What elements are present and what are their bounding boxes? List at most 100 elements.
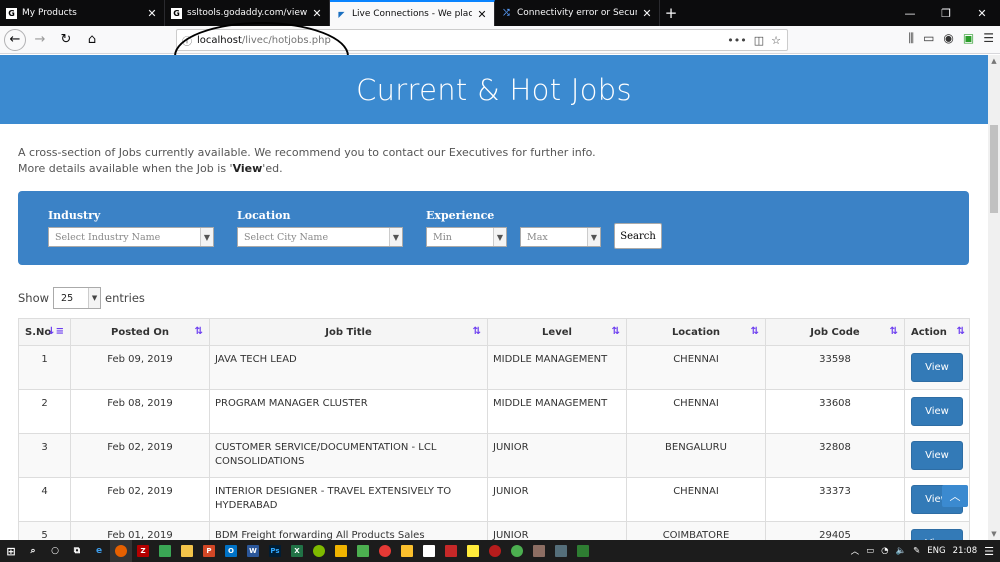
app-icon[interactable] [154, 540, 176, 562]
powerpoint-icon[interactable]: P [198, 540, 220, 562]
app-icon[interactable] [462, 540, 484, 562]
app-icon[interactable] [374, 540, 396, 562]
chevron-down-icon: ▼ [587, 228, 600, 246]
app-icon[interactable] [308, 540, 330, 562]
close-tab-icon[interactable]: ✕ [641, 7, 653, 20]
photoshop-icon[interactable]: Ps [264, 540, 286, 562]
column-header-job-title[interactable]: Job Title ⇅ [209, 318, 488, 346]
browser-tab-active[interactable]: ◤ Live Connections - We place Pe ✕ [330, 0, 495, 26]
experience-max-select[interactable]: Max ▼ [520, 227, 601, 247]
forward-arrow-icon[interactable]: → [28, 28, 52, 52]
chrome-icon[interactable] [506, 540, 528, 562]
pocket-icon[interactable]: ◫ [754, 34, 764, 47]
action-center-icon[interactable]: ☰ [984, 545, 994, 558]
browser-tab[interactable]: G ssltools.godaddy.com/views ✕ [165, 0, 330, 26]
excel-icon[interactable]: X [286, 540, 308, 562]
column-header-posted-on[interactable]: Posted On ⇅ [70, 318, 210, 346]
window-controls: — ❐ ✕ [892, 0, 1000, 26]
browser-tab[interactable]: G My Products ✕ [0, 0, 165, 26]
cell-posted-on: Feb 08, 2019 [70, 389, 210, 434]
scroll-to-top-button[interactable]: ︿ [942, 485, 968, 507]
cell-action: View [904, 521, 970, 540]
location-select[interactable]: Select City Name ▼ [237, 227, 403, 247]
entries-per-page-select[interactable]: 25 ▼ [53, 287, 102, 309]
windows-start-icon[interactable]: ⊞ [0, 540, 22, 562]
app-icon[interactable] [418, 540, 440, 562]
maximize-button[interactable]: ❐ [928, 0, 964, 26]
clock[interactable]: 21:08 [953, 546, 978, 556]
view-job-button[interactable]: View [911, 441, 963, 470]
cell-location: COIMBATORE [626, 521, 766, 540]
scroll-up-arrow-icon[interactable]: ▲ [988, 55, 1000, 67]
file-explorer-icon[interactable] [176, 540, 198, 562]
library-icon[interactable]: ⫼ [909, 31, 915, 46]
language-indicator[interactable]: ENG [927, 546, 945, 556]
tray-edit-icon[interactable]: ✎ [913, 546, 920, 556]
column-header-sno[interactable]: S.No ↓≡ [18, 318, 71, 346]
cell-posted-on: Feb 01, 2019 [70, 521, 210, 540]
system-tray: ︿ ▭ ◔ 🔈 ✎ ENG 21:08 ☰ [851, 540, 1000, 562]
close-tab-icon[interactable]: ✕ [146, 7, 158, 20]
view-job-button[interactable]: View [911, 529, 963, 540]
tray-chevron-up-icon[interactable]: ︿ [851, 545, 860, 557]
industry-select[interactable]: Select Industry Name ▼ [48, 227, 214, 247]
network-icon[interactable]: ◔ [881, 546, 888, 556]
url-path: /livec/hotjobs.php [241, 34, 331, 46]
cell-location: BENGALURU [626, 433, 766, 478]
column-header-job-code[interactable]: Job Code ⇅ [765, 318, 905, 346]
scrollbar-thumb[interactable] [990, 125, 998, 213]
cell-sno: 3 [18, 433, 71, 478]
extension-icon[interactable]: ▣ [963, 31, 974, 46]
outlook-icon[interactable]: O [220, 540, 242, 562]
sort-icon: ⇅ [611, 326, 620, 337]
app-icon[interactable] [330, 540, 352, 562]
home-icon[interactable]: ⌂ [80, 28, 104, 52]
app-icon[interactable] [528, 540, 550, 562]
tab-title: ssltools.godaddy.com/views [187, 8, 307, 18]
back-arrow-icon[interactable]: ← [4, 28, 26, 51]
new-tab-button[interactable]: + [660, 0, 682, 26]
sidebar-icon[interactable]: ▭ [923, 31, 934, 46]
cortana-icon[interactable]: ○ [44, 540, 66, 562]
close-window-button[interactable]: ✕ [964, 0, 1000, 26]
app-icon[interactable] [572, 540, 594, 562]
view-job-button[interactable]: View [911, 353, 963, 382]
account-icon[interactable]: ◉ [943, 31, 953, 46]
search-icon[interactable]: ⌕ [22, 540, 44, 562]
browser-tab[interactable]: ⤮ Connectivity error or Security C ✕ [495, 0, 660, 26]
close-tab-icon[interactable]: ✕ [476, 8, 488, 21]
page-title: Current & Hot Jobs [0, 55, 988, 124]
bookmark-star-icon[interactable]: ☆ [771, 34, 781, 47]
volume-icon[interactable]: 🔈 [896, 546, 907, 556]
close-tab-icon[interactable]: ✕ [311, 7, 323, 20]
edge-icon[interactable]: e [88, 540, 110, 562]
info-icon[interactable]: ⓘ [177, 33, 197, 48]
chevron-down-icon: ▼ [200, 228, 213, 246]
column-header-level[interactable]: Level ⇅ [487, 318, 627, 346]
app-icon[interactable] [352, 540, 374, 562]
page-actions-icon[interactable]: ••• [727, 34, 746, 47]
app-icon[interactable] [550, 540, 572, 562]
search-button[interactable]: Search [614, 223, 662, 249]
app-icon[interactable] [396, 540, 418, 562]
app-icon[interactable] [484, 540, 506, 562]
column-header-location[interactable]: Location ⇅ [626, 318, 766, 346]
page-scrollbar[interactable]: ▲ ▼ [988, 55, 1000, 540]
word-icon[interactable]: W [242, 540, 264, 562]
sort-icon: ⇅ [956, 326, 965, 337]
pdf-icon[interactable] [440, 540, 462, 562]
column-header-action[interactable]: Action ⇅ [904, 318, 970, 346]
jobs-table-container: S.No ↓≡ Posted On ⇅ Job Title ⇅ Level ⇅ Loca… [18, 318, 970, 540]
firefox-icon[interactable] [110, 540, 132, 562]
minimize-button[interactable]: — [892, 0, 928, 26]
task-view-icon[interactable]: ⧉ [66, 540, 88, 562]
experience-min-select[interactable]: Min ▼ [426, 227, 507, 247]
view-job-button[interactable]: View [911, 397, 963, 426]
filezilla-icon[interactable]: Z [132, 540, 154, 562]
scroll-down-arrow-icon[interactable]: ▼ [988, 528, 1000, 540]
battery-icon[interactable]: ▭ [866, 546, 874, 556]
menu-icon[interactable]: ☰ [983, 31, 994, 46]
address-bar[interactable]: ⓘ localhost/livec/hotjobs.php ••• ◫ ☆ [176, 29, 788, 51]
reload-icon[interactable]: ↻ [54, 28, 78, 52]
url-text[interactable]: localhost/livec/hotjobs.php [197, 35, 727, 46]
